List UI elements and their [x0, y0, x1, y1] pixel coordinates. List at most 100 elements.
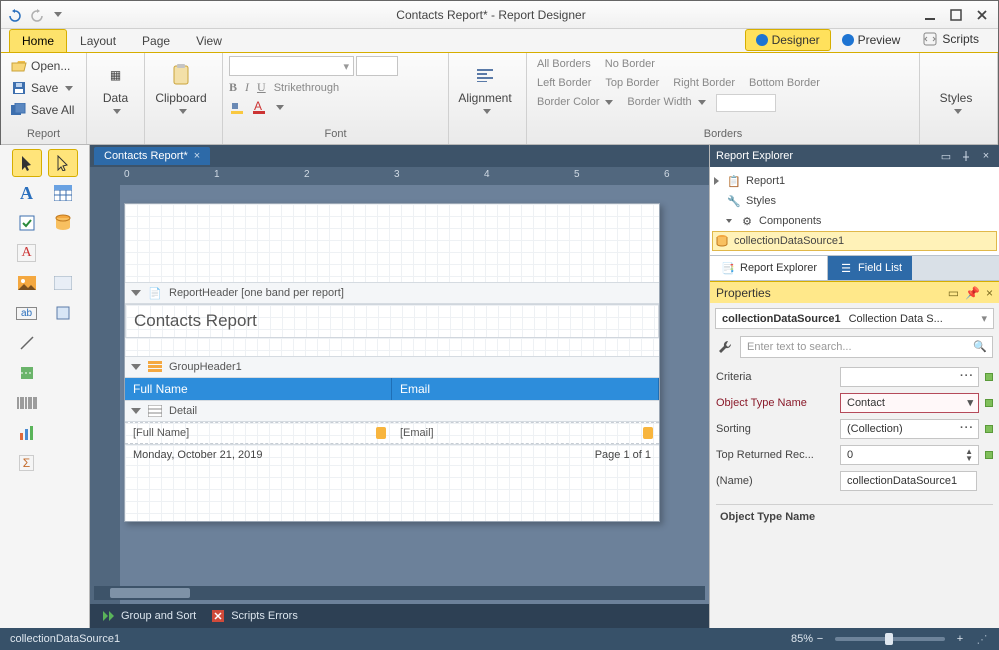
tree-collection-ds[interactable]: collectionDataSource1: [712, 231, 997, 251]
footer-date[interactable]: Monday, October 21, 2019: [133, 449, 595, 461]
band-detail[interactable]: Detail: [125, 400, 659, 422]
collapse-icon[interactable]: [131, 364, 141, 370]
styles-button[interactable]: Styles: [926, 56, 986, 120]
resize-grip-icon[interactable]: ⋰: [975, 633, 989, 646]
strike-button[interactable]: Strikethrough: [274, 82, 339, 94]
tree-report1[interactable]: 📋Report1: [712, 171, 997, 191]
tool-chart[interactable]: [12, 419, 42, 447]
font-color-button[interactable]: A: [251, 99, 267, 115]
close-button[interactable]: [972, 7, 992, 23]
tool-checkbox[interactable]: [12, 209, 42, 237]
pin-icon[interactable]: [959, 149, 973, 163]
tool-sigma[interactable]: Σ: [12, 449, 42, 477]
tool-richtext[interactable]: A: [12, 239, 42, 267]
spinner-icon[interactable]: ▲▼: [965, 448, 974, 462]
border-width-combo[interactable]: [716, 94, 776, 112]
font-family-combo[interactable]: ▾: [229, 56, 354, 76]
borders-none[interactable]: No Border: [601, 56, 659, 72]
zoom-in-button[interactable]: +: [953, 633, 967, 645]
mode-scripts[interactable]: Scripts: [911, 27, 990, 51]
column-header-row[interactable]: Full Name Email: [125, 378, 659, 400]
tool-textbox[interactable]: ab: [12, 299, 42, 327]
bold-button[interactable]: B: [229, 80, 237, 95]
report-explorer-tree[interactable]: 📋Report1 🔧Styles ⚙Components collectionD…: [710, 167, 999, 255]
tab-page[interactable]: Page: [129, 29, 183, 52]
prop-object-type-name[interactable]: Object Type NameContact▾: [716, 390, 993, 416]
border-right[interactable]: Right Border: [669, 75, 739, 91]
tab-group-sort[interactable]: Group and Sort: [100, 608, 196, 624]
column-fullname[interactable]: Full Name: [125, 378, 392, 400]
object-selector[interactable]: collectionDataSource1 Collection Data S.…: [715, 308, 994, 329]
tool-database[interactable]: [48, 209, 78, 237]
border-bottom[interactable]: Bottom Border: [745, 75, 824, 91]
clipboard-button[interactable]: Clipboard: [151, 56, 211, 120]
field-email[interactable]: [Email]: [392, 423, 659, 443]
zoom-slider[interactable]: [835, 637, 945, 641]
side-tab-explorer[interactable]: 📑Report Explorer: [710, 256, 828, 280]
band-report-header[interactable]: 📄ReportHeader [one band per report]: [125, 282, 659, 304]
border-top[interactable]: Top Border: [601, 75, 663, 91]
field-fullname[interactable]: [Full Name]: [125, 423, 392, 443]
tool-label[interactable]: A: [12, 179, 42, 207]
collapse-icon[interactable]: [131, 290, 141, 296]
tool-line[interactable]: [12, 329, 42, 357]
close-tab-icon[interactable]: ×: [194, 150, 200, 162]
minimize-button[interactable]: [920, 7, 940, 23]
wrench-icon[interactable]: [716, 338, 734, 356]
italic-button[interactable]: I: [245, 80, 249, 95]
tool-barcode[interactable]: [12, 389, 42, 417]
tab-home[interactable]: Home: [9, 29, 67, 52]
footer-page[interactable]: Page 1 of 1: [595, 449, 651, 461]
font-size-combo[interactable]: [356, 56, 398, 76]
underline-button[interactable]: U: [257, 80, 266, 95]
chevron-down-icon[interactable]: ▾: [967, 396, 974, 409]
document-tab[interactable]: Contacts Report*×: [94, 147, 210, 165]
tool-pointer[interactable]: [12, 149, 42, 177]
tool-panel[interactable]: [48, 269, 78, 297]
open-button[interactable]: Open...: [7, 56, 74, 76]
tab-script-errors[interactable]: Scripts Errors: [210, 608, 298, 624]
ellipsis-icon[interactable]: ···: [960, 370, 974, 382]
maximize-button[interactable]: [946, 7, 966, 23]
save-button[interactable]: Save: [7, 78, 77, 98]
prop-sorting[interactable]: Sorting(Collection)···: [716, 416, 993, 442]
column-email[interactable]: Email: [392, 378, 659, 400]
report-paper[interactable]: 📄ReportHeader [one band per report] Cont…: [124, 203, 660, 522]
zoom-out-button[interactable]: −: [813, 633, 827, 645]
prop-top-returned[interactable]: Top Returned Rec...0▲▼: [716, 442, 993, 468]
side-tab-fieldlist[interactable]: ☰Field List: [828, 256, 912, 280]
band-group-header[interactable]: GroupHeader1: [125, 356, 659, 378]
close-panel-icon[interactable]: ×: [986, 286, 993, 300]
close-panel-icon[interactable]: ×: [979, 149, 993, 163]
h-scrollbar[interactable]: [94, 586, 705, 600]
border-color[interactable]: Border Color: [533, 94, 617, 112]
ellipsis-icon[interactable]: ···: [960, 422, 974, 434]
qat-dropdown-icon[interactable]: [54, 12, 62, 17]
redo-icon[interactable]: [29, 7, 45, 23]
mode-preview[interactable]: Preview: [831, 29, 912, 51]
properties-search[interactable]: Enter text to search...🔍: [740, 336, 993, 358]
borders-all[interactable]: All Borders: [533, 56, 595, 72]
tool-pagebreak[interactable]: [12, 359, 42, 387]
tool-picture[interactable]: [12, 269, 42, 297]
tab-view[interactable]: View: [183, 29, 235, 52]
zoom-thumb[interactable]: [885, 633, 893, 645]
border-left[interactable]: Left Border: [533, 75, 595, 91]
save-all-button[interactable]: Save All: [7, 100, 78, 120]
mode-designer[interactable]: Designer: [745, 29, 831, 51]
window-pos-icon[interactable]: ▭: [939, 149, 953, 163]
undo-icon[interactable]: [7, 7, 23, 23]
pin-icon[interactable]: 📌: [965, 286, 980, 300]
tree-styles[interactable]: 🔧Styles: [712, 191, 997, 211]
highlight-color-button[interactable]: [229, 99, 245, 115]
tool-pointer-alt[interactable]: [48, 149, 78, 177]
tool-table[interactable]: [48, 179, 78, 207]
border-width[interactable]: Border Width: [623, 94, 709, 112]
alignment-button[interactable]: Alignment: [455, 56, 515, 120]
prop-criteria[interactable]: Criteria···: [716, 364, 993, 390]
window-pos-icon[interactable]: ▭: [948, 286, 959, 300]
data-button[interactable]: ▦Data: [93, 56, 138, 120]
tree-components[interactable]: ⚙Components: [712, 211, 997, 231]
report-title-field[interactable]: Contacts Report: [126, 305, 658, 337]
tab-layout[interactable]: Layout: [67, 29, 129, 52]
